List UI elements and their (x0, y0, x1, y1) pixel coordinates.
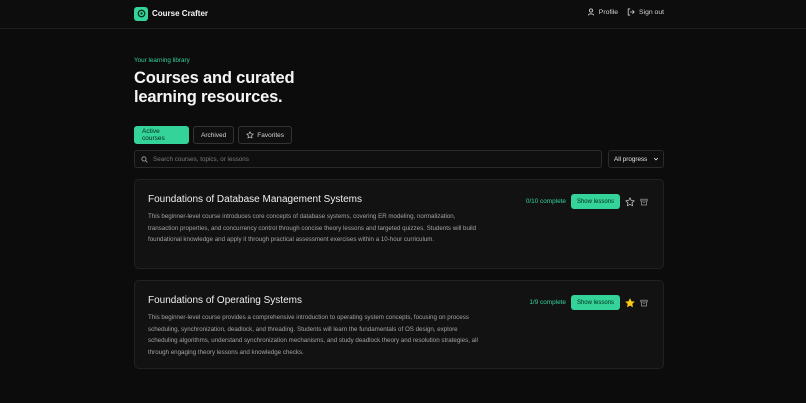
tab-active-courses[interactable]: Active courses (134, 126, 189, 144)
course-progress: 0/10 complete (525, 198, 566, 205)
profile-link[interactable]: Profile (587, 8, 618, 16)
course-card: Foundations of Database Management Syste… (134, 179, 664, 269)
tab-favorites-label: Favorites (257, 131, 285, 139)
page-title: Courses and curated learning resources. (134, 69, 394, 107)
course-title: Foundations of Operating Systems (148, 295, 302, 306)
course-actions: 1/9 complete Show lessons (529, 295, 651, 310)
archive-icon (640, 198, 648, 205)
search-bar (134, 150, 602, 168)
page-title-line-1: Courses and curated (134, 69, 295, 87)
user-icon (587, 8, 594, 16)
brand[interactable]: Course Crafter (134, 6, 208, 21)
archive-button[interactable] (637, 195, 651, 209)
tab-archived[interactable]: Archived (193, 126, 235, 144)
page-title-line-2: learning resources. (134, 88, 283, 106)
tab-favorites[interactable]: Favorites (238, 126, 293, 144)
course-actions: 0/10 complete Show lessons (526, 194, 651, 209)
show-lessons-button[interactable]: Show lessons (570, 194, 620, 209)
top-navigation-bar: Course Crafter Profile Sign out (0, 0, 806, 29)
library-eyebrow: Your learning library (134, 57, 190, 64)
app-name: Course Crafter (152, 9, 209, 18)
course-title: Foundations of Database Management Syste… (148, 194, 363, 205)
show-lessons-button[interactable]: Show lessons (570, 295, 620, 310)
favorite-toggle[interactable] (623, 296, 637, 310)
star-filled-icon (625, 298, 635, 307)
chevron-down-icon (653, 157, 659, 161)
sign-out-icon (627, 8, 635, 16)
search-icon (141, 155, 148, 163)
sign-out-link[interactable]: Sign out (627, 8, 664, 16)
sign-out-label: Sign out (639, 8, 664, 16)
course-tabs: Active courses Archived Favorites (134, 126, 293, 144)
archive-button[interactable] (637, 296, 651, 310)
star-outline-icon (246, 131, 254, 139)
archive-icon (640, 299, 648, 306)
favorite-toggle[interactable] (623, 195, 637, 209)
progress-filter-select[interactable]: All progress (608, 150, 664, 168)
profile-label: Profile (598, 8, 619, 16)
course-description: This beginner-level course introduces co… (148, 213, 477, 243)
course-description: This beginner-level course provides a co… (148, 314, 478, 356)
brand-logo-icon (134, 6, 148, 21)
progress-filter-value: All progress (614, 155, 648, 163)
course-card: Foundations of Operating Systems This be… (134, 280, 664, 369)
star-outline-icon (625, 196, 635, 206)
user-nav: Profile Sign out (587, 8, 664, 16)
course-progress: 1/9 complete (529, 299, 566, 306)
search-input[interactable] (153, 155, 583, 163)
